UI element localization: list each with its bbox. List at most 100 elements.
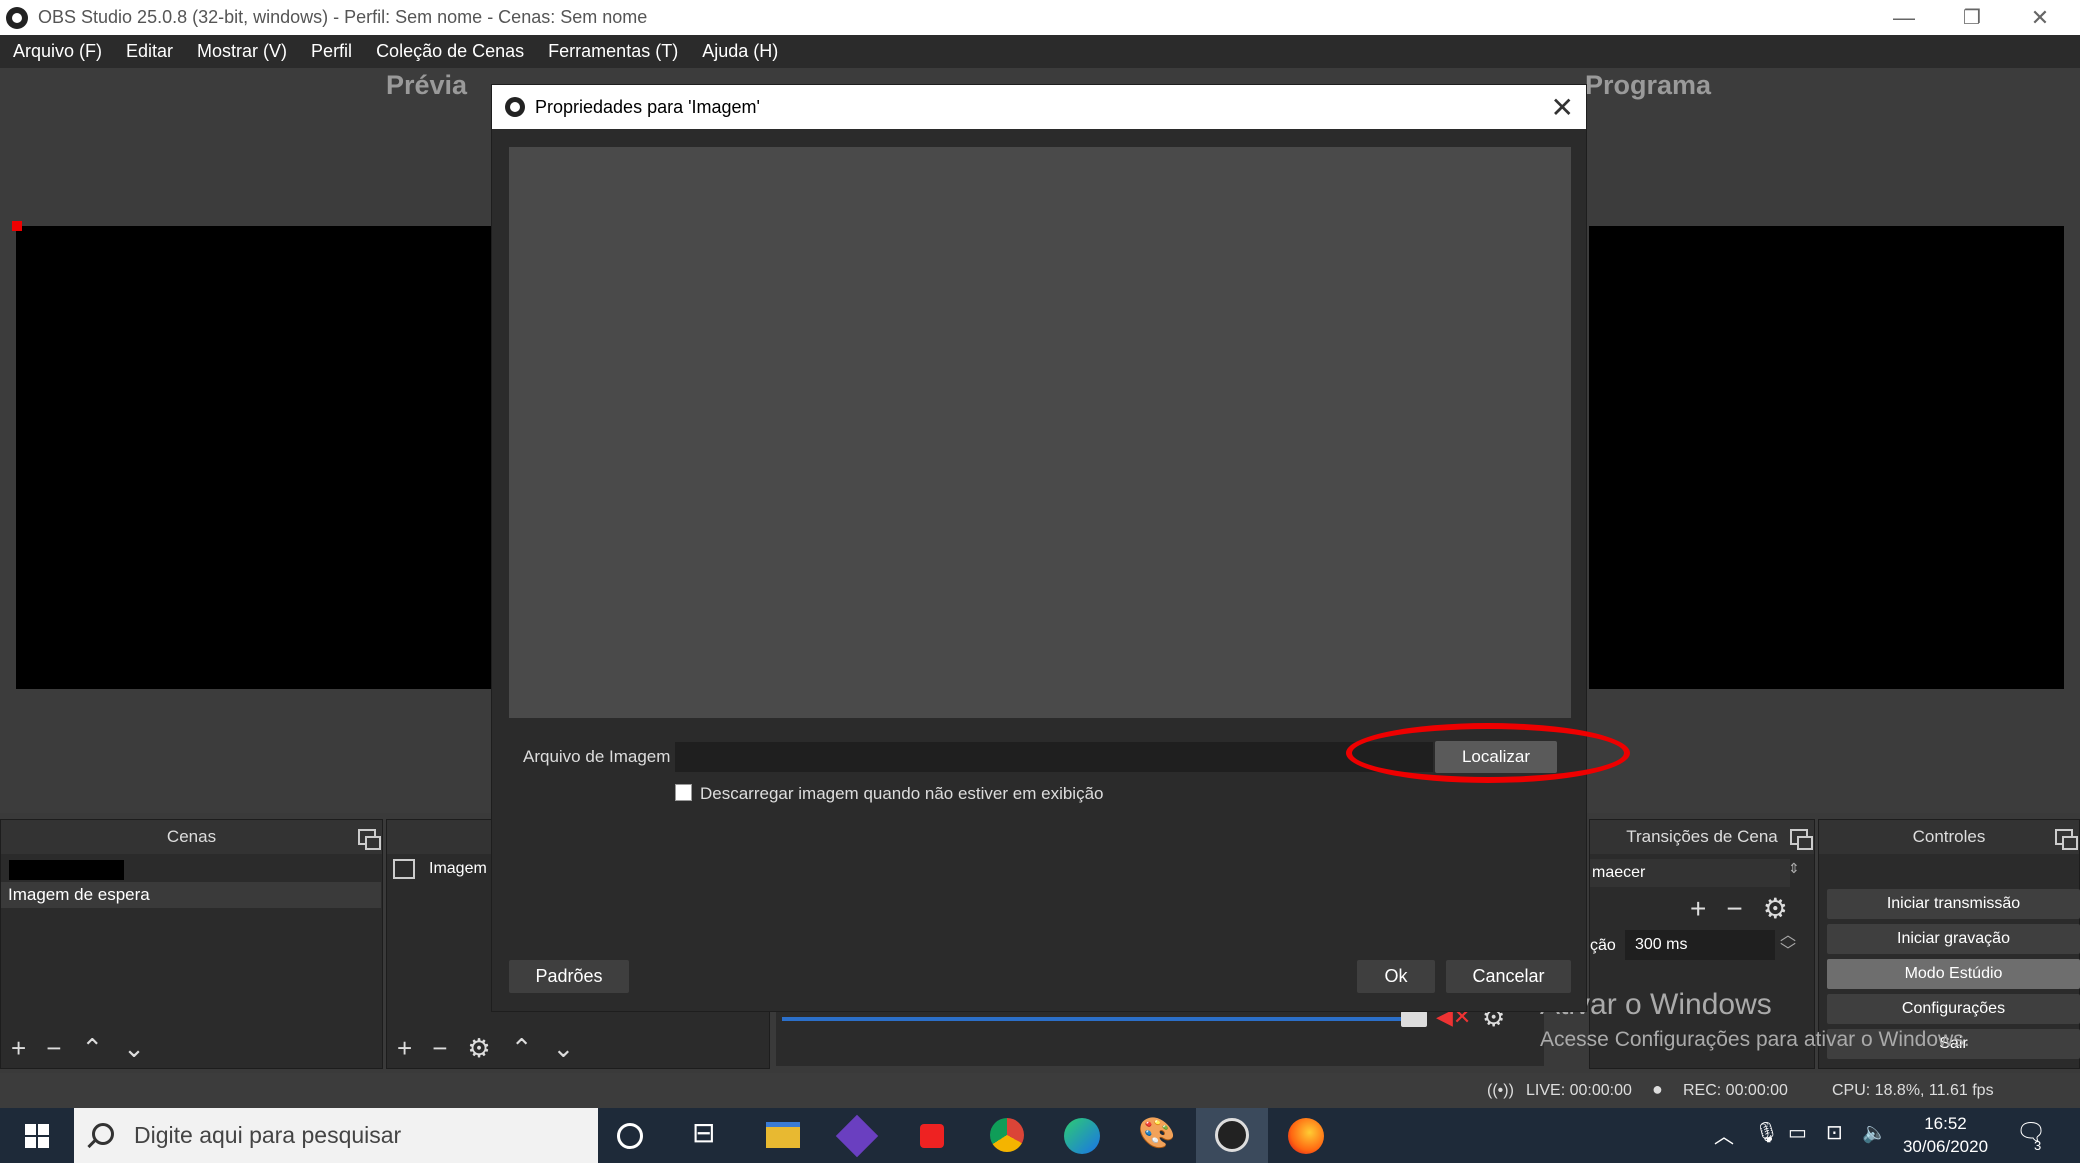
menu-editar[interactable]: Editar [126,41,173,62]
add-icon[interactable]: + [1690,893,1726,924]
select-arrows-icon[interactable]: ⇕ [1788,860,1800,877]
menu-mostrar[interactable]: Mostrar (V) [197,41,287,62]
settings-button[interactable]: Configurações [1827,994,2080,1024]
notification-count: 3 [2034,1138,2042,1153]
firefox-icon[interactable] [1288,1118,1324,1154]
volume-slider[interactable] [1401,1011,1427,1027]
obs-logo-icon [6,6,28,29]
start-button[interactable] [0,1108,74,1163]
source-item[interactable]: Imagem [393,856,503,882]
window-title: OBS Studio 25.0.8 (32-bit, windows) - Pe… [38,7,648,27]
move-down-icon[interactable]: ⌄ [123,1033,145,1064]
remove-icon[interactable]: − [1726,893,1762,924]
ok-button[interactable]: Ok [1357,960,1435,993]
tray-chevron-icon[interactable]: ︿ [1714,1120,1734,1149]
studio-mode-button[interactable]: Modo Estúdio [1827,959,2080,989]
undock-icon[interactable] [2055,829,2078,850]
search-icon [92,1123,114,1145]
image-icon [393,859,415,879]
unload-checkbox[interactable] [675,784,692,801]
volume-bar [782,1017,1422,1021]
menu-ajuda[interactable]: Ajuda (H) [702,41,778,62]
scenes-dock-title: Cenas [1,820,382,854]
image-file-input[interactable] [675,742,1433,772]
dialog-preview [509,147,1571,718]
image-file-label: Arquivo de Imagem [523,747,671,766]
task-view-icon[interactable]: ⊟ [692,1116,728,1152]
paint-icon[interactable]: 🎨 [1138,1116,1175,1152]
add-icon[interactable]: + [397,1033,412,1064]
move-up-icon[interactable]: ⌃ [81,1033,103,1064]
defaults-button[interactable]: Padrões [509,960,629,993]
windows-taskbar: Digite aqui para pesquisar ⊟ 🎨 ︿ 🎙 ▭ ⊡ 🔈… [0,1108,2080,1163]
spinner-arrows-icon[interactable]: ︿ ﹀ [1780,928,1796,960]
chrome-icon[interactable] [990,1118,1024,1152]
edge-icon[interactable] [1064,1118,1100,1154]
network-icon[interactable]: ⊡ [1826,1120,1843,1145]
transform-handle[interactable] [12,221,22,231]
start-recording-button[interactable]: Iniciar gravação [1827,924,2080,954]
program-label: Programa [1585,70,1712,100]
program-canvas [1589,226,2064,689]
dialog-title: Propriedades para 'Imagem' [535,96,760,117]
close-window-button[interactable]: ✕ [2006,0,2074,35]
move-up-icon[interactable]: ⌃ [511,1033,533,1064]
gear-icon[interactable]: ⚙ [467,1033,490,1064]
menu-bar: Arquivo (F) Editar Mostrar (V) Perfil Co… [0,35,2080,68]
restore-button[interactable]: ❐ [1938,0,2006,35]
dialog-close-icon[interactable]: ✕ [1551,91,1574,124]
rec-status: REC: 00:00:00 [1683,1082,1788,1099]
transition-toolbar: +−⚙ [1690,892,1808,925]
red-app-icon[interactable] [920,1124,944,1148]
menu-colecao-cenas[interactable]: Coleção de Cenas [376,41,524,62]
taskbar-search[interactable]: Digite aqui para pesquisar [74,1108,598,1163]
annotation-ellipse [1346,723,1630,783]
dialog-titlebar: Propriedades para 'Imagem' ✕ [492,85,1586,129]
cpu-status: CPU: 18.8%, 11.61 fps [1832,1082,1994,1099]
undock-icon[interactable] [358,829,381,850]
transitions-dock-title: Transições de Cena [1590,820,1814,854]
scenes-dock: Cenas Imagem de espera + − ⌃ ⌄ [0,819,383,1069]
menu-perfil[interactable]: Perfil [311,41,352,62]
cortana-icon[interactable] [617,1123,643,1149]
remove-icon[interactable]: − [432,1033,447,1064]
properties-dialog: Propriedades para 'Imagem' ✕ Arquivo de … [491,84,1587,1012]
preview-label: Prévia [386,70,468,100]
transition-select[interactable]: maecer [1590,859,1790,887]
battery-icon[interactable]: ▭ [1788,1120,1807,1145]
obs-taskbar-icon[interactable] [1215,1118,1249,1152]
menu-arquivo[interactable]: Arquivo (F) [13,41,102,62]
rec-dot-icon: ● [1652,1079,1663,1099]
volume-icon[interactable]: 🔈 [1862,1120,1887,1145]
unload-checkbox-label: Descarregar imagem quando não estiver em… [700,784,1104,803]
notifications-icon[interactable]: 🗨 [2016,1118,2046,1147]
windows-logo-icon [25,1123,49,1148]
obs-logo-icon [505,97,525,117]
cancel-button[interactable]: Cancelar [1446,960,1571,993]
activation-watermark-text: Acesse Configurações para ativar o Windo… [1540,1028,1970,1051]
gear-icon[interactable]: ⚙ [1763,893,1808,924]
start-streaming-button[interactable]: Iniciar transmissão [1827,889,2080,919]
controls-dock-title: Controles [1819,820,2079,854]
window-titlebar: OBS Studio 25.0.8 (32-bit, windows) - Pe… [0,0,2080,35]
minimize-button[interactable]: — [1870,0,1938,35]
scenes-toolbar: + − ⌃ ⌄ [1,1028,382,1068]
scene-item-blank[interactable] [9,860,124,880]
live-status: LIVE: 00:00:00 [1526,1082,1632,1099]
live-signal-icon: ((•)) [1487,1082,1514,1099]
scene-item[interactable]: Imagem de espera [1,882,381,908]
taskbar-clock[interactable]: 16:52 30/06/2020 [1898,1112,1993,1158]
duration-input[interactable]: 300 ms [1625,930,1775,960]
sources-toolbar: + − ⚙ ⌃ ⌄ [387,1028,769,1068]
file-explorer-icon[interactable] [766,1122,800,1148]
undock-icon[interactable] [1790,829,1813,850]
menu-ferramentas[interactable]: Ferramentas (T) [548,41,678,62]
status-bar: ((•)) LIVE: 00:00:00 ● REC: 00:00:00 CPU… [0,1073,2080,1108]
microphone-icon[interactable]: 🎙 [1754,1120,1779,1145]
preview-canvas[interactable] [16,226,496,689]
add-icon[interactable]: + [11,1033,26,1064]
app-diamond-icon[interactable] [835,1114,879,1158]
move-down-icon[interactable]: ⌄ [552,1033,574,1064]
duration-label: ção [1590,937,1616,954]
remove-icon[interactable]: − [46,1033,61,1064]
